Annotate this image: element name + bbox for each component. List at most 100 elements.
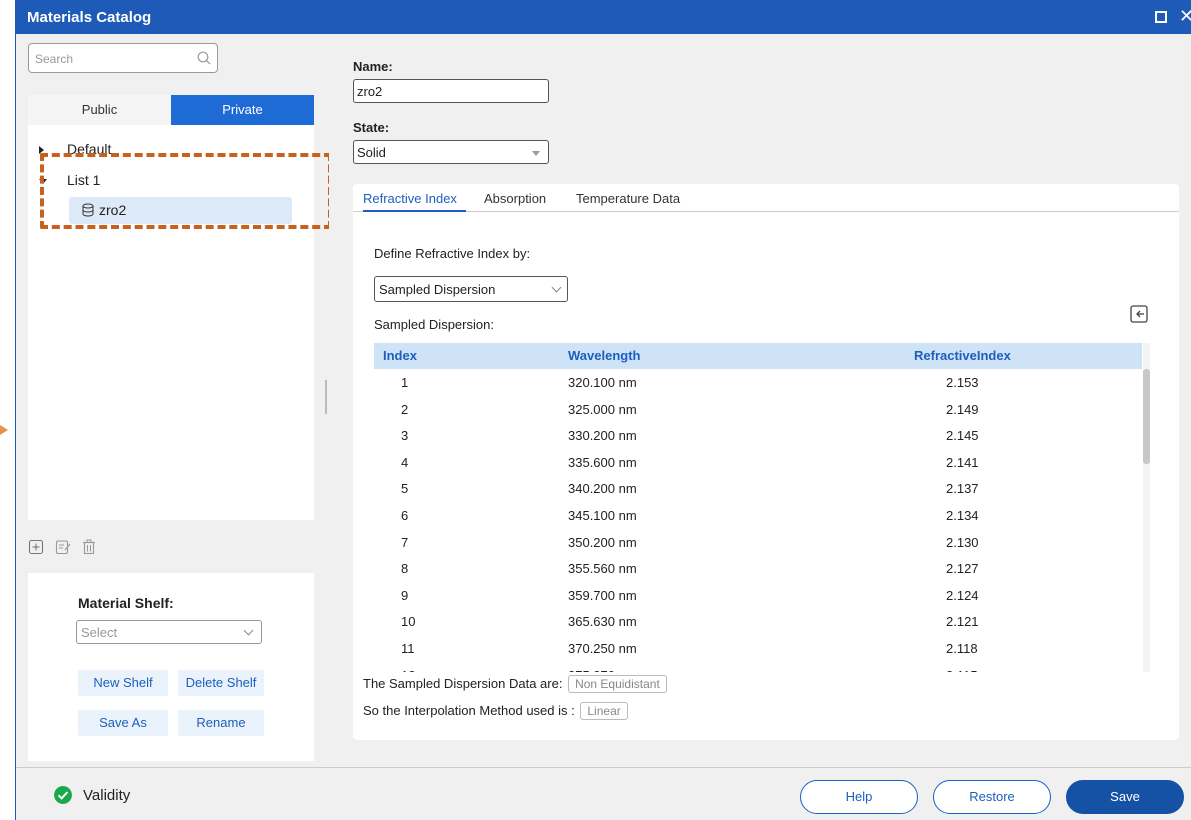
cell-refractive-index: 2.153 xyxy=(946,375,979,390)
check-circle-icon xyxy=(54,786,72,804)
panel-splitter-handle[interactable] xyxy=(325,380,327,414)
dropdown-arrow-icon xyxy=(532,151,540,156)
sampled-dispersion-label: Sampled Dispersion: xyxy=(374,317,494,332)
name-label: Name: xyxy=(353,59,393,74)
cell-wavelength: 359.700 nm xyxy=(568,587,637,603)
material-shelf-select[interactable]: Select xyxy=(76,620,262,644)
cell-wavelength: 335.600 nm xyxy=(568,454,637,470)
cell-index: 4 xyxy=(401,454,409,470)
delete-shelf-button[interactable]: Delete Shelf xyxy=(178,670,264,696)
tab-private[interactable]: Private xyxy=(171,95,314,125)
bottom-bar: Validity Help Restore Save xyxy=(16,767,1191,820)
table-row[interactable]: 7 350.200 nm 2.130 xyxy=(374,529,1142,556)
chevron-down-icon xyxy=(551,282,562,293)
material-shelf-panel: Material Shelf: Select New Shelf Delete … xyxy=(28,573,314,761)
cell-refractive-index: 2.127 xyxy=(946,561,979,577)
name-input[interactable] xyxy=(357,84,542,99)
column-header-wavelength[interactable]: Wavelength xyxy=(568,348,640,363)
dispersion-table: Index Wavelength RefractiveIndex 1 320.10… xyxy=(374,343,1150,672)
cell-wavelength: 320.100 nm xyxy=(568,375,637,390)
table-row[interactable]: 9 359.700 nm 2.124 xyxy=(374,582,1142,609)
cell-wavelength: 325.000 nm xyxy=(568,401,637,417)
cell-index: 2 xyxy=(401,401,409,417)
cell-wavelength: 375.870 nm xyxy=(568,668,637,672)
rename-button[interactable]: Rename xyxy=(178,710,264,736)
name-field[interactable] xyxy=(353,79,549,103)
table-row[interactable]: 2 325.000 nm 2.149 xyxy=(374,396,1142,423)
materials-catalog-window: Materials Catalog ✕ Public Private Defau… xyxy=(15,0,1191,820)
cell-index: 9 xyxy=(401,587,409,603)
define-method-select[interactable]: Sampled Dispersion xyxy=(374,276,568,302)
cell-refractive-index: 2.145 xyxy=(946,428,979,444)
table-row[interactable]: 6 345.100 nm 2.134 xyxy=(374,502,1142,529)
tab-public[interactable]: Public xyxy=(28,95,171,125)
validity-label: Validity xyxy=(83,787,131,804)
search-input[interactable] xyxy=(35,50,185,68)
state-select[interactable]: Solid xyxy=(353,140,549,164)
active-tab-indicator xyxy=(363,210,466,212)
new-shelf-button[interactable]: New Shelf xyxy=(78,670,168,696)
cell-index: 10 xyxy=(401,614,416,630)
cell-wavelength: 365.630 nm xyxy=(568,614,637,630)
table-row[interactable]: 8 355.560 nm 2.127 xyxy=(374,555,1142,582)
add-icon[interactable] xyxy=(28,539,44,555)
cell-wavelength: 350.200 nm xyxy=(568,534,637,550)
table-row[interactable]: 12 375.870 nm 2.115 xyxy=(374,662,1142,672)
cell-index: 6 xyxy=(401,508,409,523)
property-card: Refractive Index Absorption Temperature … xyxy=(353,184,1179,740)
table-scrollbar-thumb[interactable] xyxy=(1143,369,1150,464)
library-panel: Public Private Default List 1 zro2 xyxy=(16,34,329,767)
cell-refractive-index: 2.137 xyxy=(946,481,979,497)
define-refractive-index-label: Define Refractive Index by: xyxy=(374,246,531,261)
table-row[interactable]: 4 335.600 nm 2.141 xyxy=(374,449,1142,476)
table-row[interactable]: 11 370.250 nm 2.118 xyxy=(374,635,1142,662)
save-button[interactable]: Save xyxy=(1066,780,1184,814)
table-scrollbar[interactable] xyxy=(1143,343,1150,672)
column-header-index[interactable]: Index xyxy=(383,348,417,363)
selection-highlight-annotation xyxy=(40,153,332,229)
import-icon[interactable] xyxy=(1129,304,1149,324)
cell-index: 11 xyxy=(401,641,415,656)
select-placeholder: Select xyxy=(81,625,118,640)
tab-refractive-index[interactable]: Refractive Index xyxy=(363,191,457,206)
cell-refractive-index: 2.118 xyxy=(946,641,978,656)
edge-pointer-annotation xyxy=(0,425,8,435)
tab-absorption[interactable]: Absorption xyxy=(484,191,546,206)
table-row[interactable]: 5 340.200 nm 2.137 xyxy=(374,475,1142,502)
cell-refractive-index: 2.130 xyxy=(946,534,979,550)
table-header: Index Wavelength RefractiveIndex xyxy=(374,343,1142,369)
chevron-down-icon xyxy=(243,625,254,636)
help-button[interactable]: Help xyxy=(800,780,918,814)
search-icon[interactable] xyxy=(197,51,211,65)
data-spacing-line: The Sampled Dispersion Data are: Non Equ… xyxy=(363,675,667,693)
close-icon[interactable]: ✕ xyxy=(1179,5,1191,27)
data-spacing-value: Non Equidistant xyxy=(568,675,667,693)
material-shelf-label: Material Shelf: xyxy=(78,595,174,611)
column-header-refractive-index[interactable]: RefractiveIndex xyxy=(914,348,1011,363)
cell-index: 7 xyxy=(401,534,409,550)
restore-button[interactable]: Restore xyxy=(933,780,1051,814)
table-row[interactable]: 10 365.630 nm 2.121 xyxy=(374,608,1142,635)
save-as-button[interactable]: Save As xyxy=(78,710,168,736)
tab-temperature-data[interactable]: Temperature Data xyxy=(576,191,680,206)
cell-refractive-index: 2.115 xyxy=(946,668,978,672)
cell-refractive-index: 2.134 xyxy=(946,508,979,523)
library-tabs: Public Private xyxy=(28,95,314,125)
table-row[interactable]: 3 330.200 nm 2.145 xyxy=(374,422,1142,449)
edit-icon[interactable] xyxy=(55,539,71,555)
cell-index: 12 xyxy=(401,668,415,672)
table-row[interactable]: 1 320.100 nm 2.153 xyxy=(374,369,1142,396)
title-bar: Materials Catalog ✕ xyxy=(16,0,1191,34)
cell-refractive-index: 2.121 xyxy=(946,614,979,630)
cell-refractive-index: 2.141 xyxy=(946,454,979,470)
interpolation-label: So the Interpolation Method used is : xyxy=(363,703,575,718)
interpolation-value: Linear xyxy=(580,702,628,720)
define-method-value: Sampled Dispersion xyxy=(379,282,496,297)
material-editor-panel: Name: State: Solid Refractive Index Abso… xyxy=(329,34,1191,767)
cell-index: 5 xyxy=(401,481,409,497)
data-spacing-label: The Sampled Dispersion Data are: xyxy=(363,676,563,691)
search-box[interactable] xyxy=(28,43,218,73)
trash-icon[interactable] xyxy=(81,539,97,555)
maximize-icon[interactable] xyxy=(1155,11,1167,23)
cell-wavelength: 345.100 nm xyxy=(568,508,637,523)
